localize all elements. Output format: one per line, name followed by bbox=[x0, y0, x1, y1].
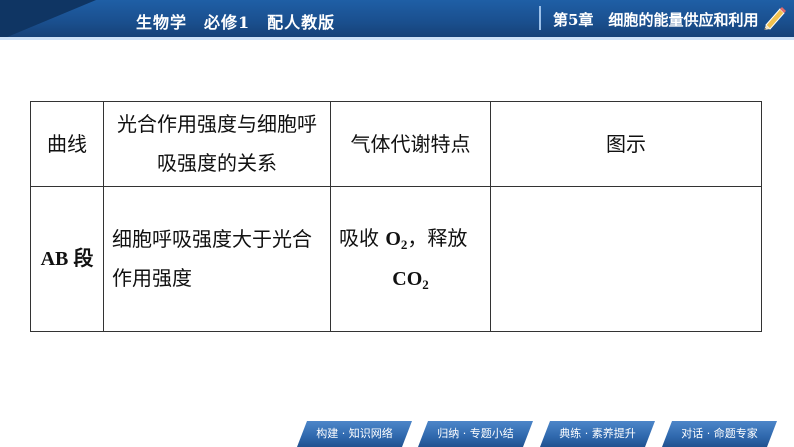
nav-button-expert-dialogue[interactable]: 对话 · 命题专家 bbox=[662, 421, 777, 447]
top-banner: 生物学 必修1 配人教版 第5章 细胞的能量供应和利用 bbox=[0, 0, 794, 40]
gas-mid: ，释放 bbox=[407, 226, 468, 250]
banner-decoration bbox=[0, 0, 96, 40]
table-header-row: 曲线 光合作用强度与细胞呼吸强度的关系 气体代谢特点 图示 bbox=[30, 101, 762, 187]
nav-button-topic-summary[interactable]: 归纳 · 专题小结 bbox=[418, 421, 533, 447]
cell-gas: 吸收 O 2 ，释放 CO2 bbox=[330, 186, 491, 332]
pencil-icon bbox=[764, 7, 786, 30]
book-title: 生物学 必修1 配人教版 bbox=[136, 13, 336, 32]
table-row: AB 段 细胞呼吸强度大于光合作用强度 吸收 O 2 ，释放 CO2 bbox=[30, 186, 762, 332]
cell-curve: AB 段 bbox=[30, 186, 104, 332]
header-figure: 图示 bbox=[490, 101, 762, 187]
nav-button-knowledge-network[interactable]: 构建 · 知识网络 bbox=[297, 421, 412, 447]
relation-text: 细胞呼吸强度大于光合作用强度 bbox=[112, 227, 312, 290]
gas-prefix: 吸收 bbox=[339, 226, 386, 250]
content-table: 曲线 光合作用强度与细胞呼吸强度的关系 气体代谢特点 图示 AB 段 细胞呼吸强… bbox=[30, 101, 762, 332]
nav-button-practice[interactable]: 典练 · 素养提升 bbox=[540, 421, 655, 447]
gas-co-line: CO2 bbox=[339, 259, 482, 299]
banner-divider bbox=[539, 6, 541, 30]
cell-relation: 细胞呼吸强度大于光合作用强度 bbox=[103, 186, 331, 332]
banner-underline bbox=[0, 37, 794, 40]
bottom-nav: 构建 · 知识网络 归纳 · 专题小结 典练 · 素养提升 对话 · 命题专家 bbox=[0, 421, 794, 447]
gas-o: O bbox=[385, 228, 401, 250]
curve-label: AB 段 bbox=[40, 248, 94, 270]
cell-figure bbox=[490, 186, 762, 332]
header-curve: 曲线 bbox=[30, 101, 104, 187]
chapter-title: 第5章 细胞的能量供应和利用 bbox=[553, 11, 759, 29]
gas-co-sub: 2 bbox=[422, 277, 429, 292]
header-gas: 气体代谢特点 bbox=[330, 101, 491, 187]
gas-co: CO bbox=[392, 268, 423, 290]
header-relation: 光合作用强度与细胞呼吸强度的关系 bbox=[103, 101, 331, 187]
